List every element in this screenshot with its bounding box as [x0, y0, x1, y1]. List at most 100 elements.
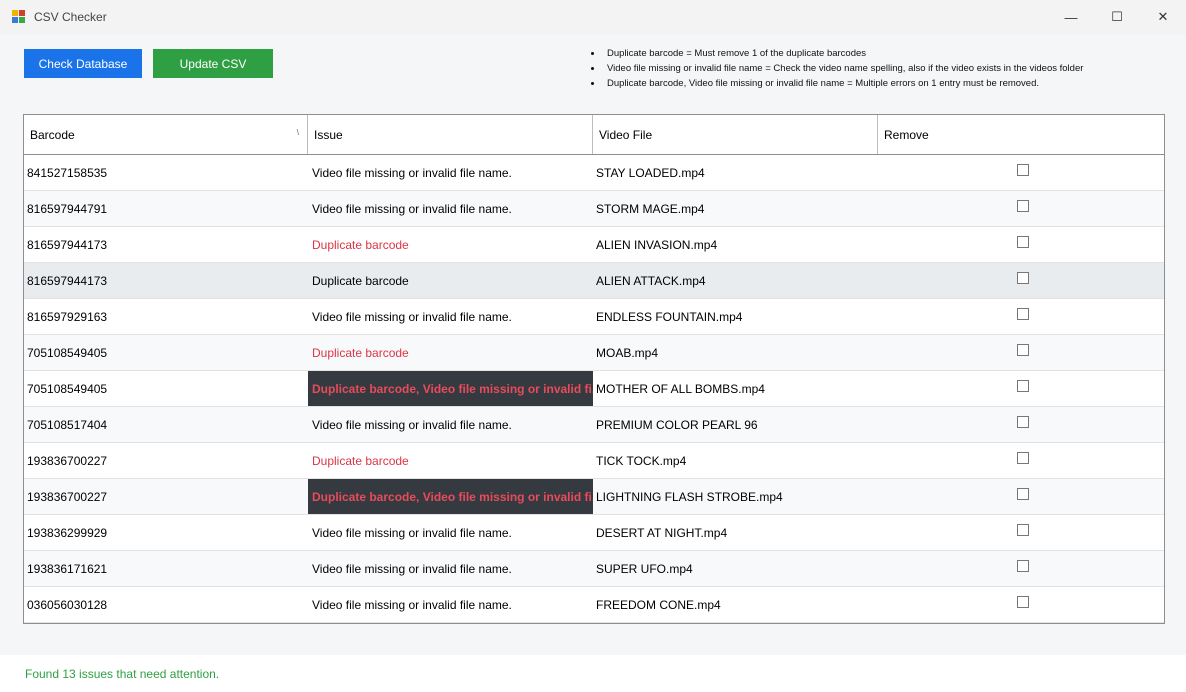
barcode-cell[interactable]: 816597944791 [24, 191, 308, 226]
column-header-remove[interactable]: Remove [878, 115, 1164, 154]
video-file-cell[interactable]: DESERT AT NIGHT.mp4 [593, 515, 878, 550]
maximize-icon[interactable]: ☐ [1094, 0, 1140, 34]
video-file-cell[interactable]: ALIEN ATTACK.mp4 [593, 263, 878, 298]
legend-note: Duplicate barcode = Must remove 1 of the… [591, 46, 1083, 61]
remove-cell [878, 479, 1164, 514]
issue-cell[interactable]: Video file missing or invalid file name. [308, 515, 593, 550]
sort-indicator-icon: \ [296, 128, 299, 137]
issue-cell[interactable]: Video file missing or invalid file name. [308, 155, 593, 190]
barcode-cell[interactable]: 705108549405 [24, 371, 308, 406]
remove-checkbox[interactable] [1016, 595, 1029, 608]
minimize-icon[interactable]: — [1048, 0, 1094, 34]
issues-grid[interactable]: Barcode \ Issue Video File Remove 841527… [23, 114, 1165, 624]
barcode-cell[interactable]: 193836299929 [24, 515, 308, 550]
remove-cell [878, 335, 1164, 370]
remove-cell [878, 587, 1164, 622]
table-row[interactable]: 816597944173 Duplicate barcode ALIEN ATTAC… [24, 263, 1164, 299]
remove-checkbox[interactable] [1016, 163, 1029, 176]
barcode-cell[interactable]: 841527158535 [24, 155, 308, 190]
window-controls: — ☐ ✕ [1048, 0, 1186, 34]
grid-body: 841527158535 Video file missing or invali… [24, 155, 1164, 623]
remove-cell [878, 371, 1164, 406]
remove-cell [878, 227, 1164, 262]
update-csv-button[interactable]: Update CSV [153, 49, 273, 78]
barcode-cell[interactable]: 705108517404 [24, 407, 308, 442]
video-file-cell[interactable]: MOTHER OF ALL BOMBS.mp4 [593, 371, 878, 406]
table-row[interactable]: 816597944791 Video file missing or invali… [24, 191, 1164, 227]
video-file-cell[interactable]: LIGHTNING FLASH STROBE.mp4 [593, 479, 878, 514]
check-database-button[interactable]: Check Database [24, 49, 142, 78]
table-row[interactable]: 841527158535 Video file missing or invali… [24, 155, 1164, 191]
video-file-cell[interactable]: TICK TOCK.mp4 [593, 443, 878, 478]
remove-checkbox[interactable] [1016, 487, 1029, 500]
table-row[interactable]: 705108549405 Duplicate barcode MOAB.mp4 [24, 335, 1164, 371]
close-icon[interactable]: ✕ [1140, 0, 1186, 34]
issue-cell[interactable]: Video file missing or invalid file name. [308, 191, 593, 226]
issue-cell[interactable]: Duplicate barcode [308, 443, 593, 478]
barcode-cell[interactable]: 193836171621 [24, 551, 308, 586]
column-header-label: Remove [884, 127, 929, 142]
remove-cell [878, 299, 1164, 334]
remove-checkbox[interactable] [1016, 199, 1029, 212]
table-row[interactable]: 816597944173 Duplicate barcode ALIEN INVAS… [24, 227, 1164, 263]
video-file-cell[interactable]: ALIEN INVASION.mp4 [593, 227, 878, 262]
video-file-cell[interactable]: MOAB.mp4 [593, 335, 878, 370]
issue-cell[interactable]: Duplicate barcode, Video file missing or… [308, 479, 593, 514]
remove-checkbox[interactable] [1016, 415, 1029, 428]
table-row[interactable]: 193836171621 Video file missing or invali… [24, 551, 1164, 587]
issue-cell[interactable]: Duplicate barcode [308, 335, 593, 370]
table-row[interactable]: 705108549405 Duplicate barcode, Video fil… [24, 371, 1164, 407]
table-row[interactable]: 193836700227 Duplicate barcode, Video fil… [24, 479, 1164, 515]
remove-cell [878, 191, 1164, 226]
app-icon [12, 10, 26, 24]
issue-cell[interactable]: Video file missing or invalid file name. [308, 587, 593, 622]
barcode-cell[interactable]: 193836700227 [24, 443, 308, 478]
issue-cell[interactable]: Duplicate barcode, Video file missing or… [308, 371, 593, 406]
status-message: Found 13 issues that need attention. [25, 667, 220, 681]
table-row[interactable]: 705108517404 Video file missing or invali… [24, 407, 1164, 443]
content-area: Barcode \ Issue Video File Remove 841527… [0, 94, 1186, 655]
barcode-cell[interactable]: 816597944173 [24, 227, 308, 262]
legend-note: Duplicate barcode, Video file missing or… [591, 76, 1083, 91]
table-row[interactable]: 036056030128 Video file missing or invali… [24, 587, 1164, 623]
barcode-cell[interactable]: 816597929163 [24, 299, 308, 334]
remove-cell [878, 263, 1164, 298]
column-header-barcode[interactable]: Barcode \ [24, 115, 308, 154]
remove-cell [878, 515, 1164, 550]
table-row[interactable]: 816597929163 Video file missing or invali… [24, 299, 1164, 335]
barcode-cell[interactable]: 036056030128 [24, 587, 308, 622]
issue-cell[interactable]: Video file missing or invalid file name. [308, 551, 593, 586]
remove-checkbox[interactable] [1016, 271, 1029, 284]
barcode-cell[interactable]: 705108549405 [24, 335, 308, 370]
video-file-cell[interactable]: PREMIUM COLOR PEARL 96 [593, 407, 878, 442]
remove-checkbox[interactable] [1016, 559, 1029, 572]
video-file-cell[interactable]: ENDLESS FOUNTAIN.mp4 [593, 299, 878, 334]
remove-cell [878, 551, 1164, 586]
table-row[interactable]: 193836299929 Video file missing or invali… [24, 515, 1164, 551]
remove-cell [878, 443, 1164, 478]
remove-cell [878, 155, 1164, 190]
barcode-cell[interactable]: 193836700227 [24, 479, 308, 514]
video-file-cell[interactable]: SUPER UFO.mp4 [593, 551, 878, 586]
remove-checkbox[interactable] [1016, 343, 1029, 356]
grid-header: Barcode \ Issue Video File Remove [24, 115, 1164, 155]
remove-checkbox[interactable] [1016, 379, 1029, 392]
video-file-cell[interactable]: STAY LOADED.mp4 [593, 155, 878, 190]
column-header-video-file[interactable]: Video File [593, 115, 878, 154]
column-header-issue[interactable]: Issue [308, 115, 593, 154]
remove-checkbox[interactable] [1016, 451, 1029, 464]
title-bar: CSV Checker — ☐ ✕ [0, 0, 1186, 34]
column-header-label: Video File [599, 127, 653, 142]
video-file-cell[interactable]: FREEDOM CONE.mp4 [593, 587, 878, 622]
issue-cell[interactable]: Duplicate barcode [308, 227, 593, 262]
remove-checkbox[interactable] [1016, 307, 1029, 320]
issue-cell[interactable]: Video file missing or invalid file name. [308, 407, 593, 442]
remove-checkbox[interactable] [1016, 523, 1029, 536]
window-title: CSV Checker [34, 10, 107, 24]
issue-cell[interactable]: Duplicate barcode [308, 263, 593, 298]
table-row[interactable]: 193836700227 Duplicate barcode TICK TOCK.m… [24, 443, 1164, 479]
issue-cell[interactable]: Video file missing or invalid file name. [308, 299, 593, 334]
barcode-cell[interactable]: 816597944173 [24, 263, 308, 298]
video-file-cell[interactable]: STORM MAGE.mp4 [593, 191, 878, 226]
remove-checkbox[interactable] [1016, 235, 1029, 248]
